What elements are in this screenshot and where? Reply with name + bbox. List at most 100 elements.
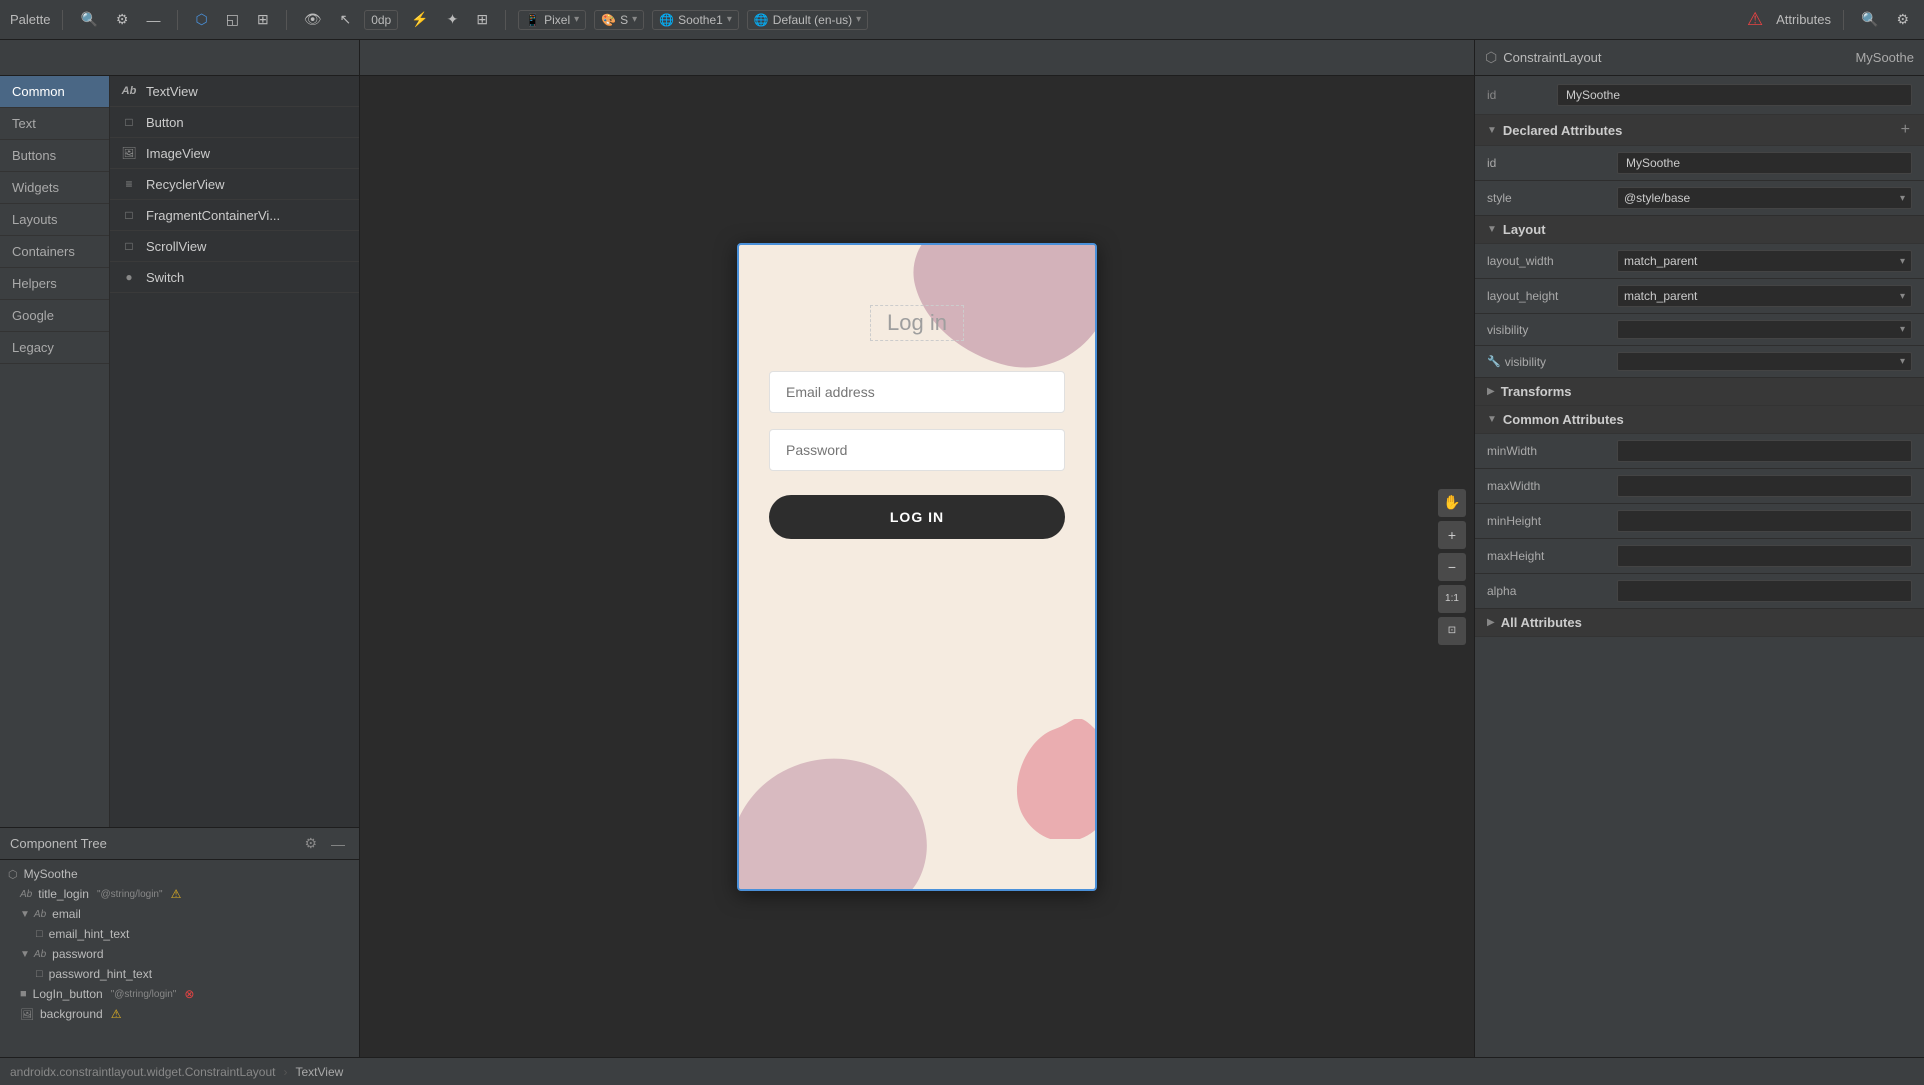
palette-item-fragmentcontainerview[interactable]: □ FragmentContainerVi...	[110, 200, 359, 231]
declared-style-dropdown[interactable]: @style/base ▾	[1617, 187, 1912, 209]
button-icon: □	[120, 113, 138, 131]
zoom-to-fit-btn[interactable]: ⊡	[1438, 617, 1466, 645]
device-dropdown[interactable]: 📱 Pixel ▾	[518, 10, 586, 30]
declared-attributes-header[interactable]: ▼ Declared Attributes +	[1475, 115, 1924, 146]
tree-password-icon: Ab	[34, 949, 46, 960]
palette-item-scrollview[interactable]: □ ScrollView	[110, 231, 359, 262]
attr-settings-btn[interactable]: ⚙	[1891, 8, 1914, 31]
category-text[interactable]: Text	[0, 108, 109, 140]
breadcrumb-separator: ›	[284, 1065, 288, 1079]
button-label: Button	[146, 115, 184, 130]
category-widgets[interactable]: Widgets	[0, 172, 109, 204]
search-btn[interactable]: 🔍	[75, 8, 102, 31]
align-btn[interactable]: ⊞	[471, 8, 493, 31]
declared-id-value-container	[1617, 152, 1912, 174]
style-dropdown-arrow: ▾	[1900, 193, 1905, 204]
category-containers[interactable]: Containers	[0, 236, 109, 268]
alpha-input[interactable]	[1617, 580, 1912, 602]
tree-minimize-btn[interactable]: —	[327, 834, 349, 854]
maxwidth-label: maxWidth	[1487, 479, 1607, 493]
visibility-dropdown-2[interactable]: ▾	[1617, 352, 1912, 371]
eye-btn[interactable]: 👁	[299, 8, 327, 31]
category-layouts[interactable]: Layouts	[0, 204, 109, 236]
declared-id-input[interactable]	[1617, 152, 1912, 174]
tree-background-label: background	[40, 1007, 103, 1021]
tree-settings-btn[interactable]: ⚙	[300, 833, 321, 854]
fragmentcontainerview-label: FragmentContainerVi...	[146, 208, 280, 223]
palette-categories: Common Text Buttons Widgets Layouts Cont…	[0, 76, 110, 827]
tree-item-email-hint[interactable]: □ email_hint_text	[0, 924, 359, 944]
attributes-panel: ⬡ ConstraintLayout MySoothe id ▼ Declare…	[1474, 40, 1924, 1057]
palette-item-switch[interactable]: ● Switch	[110, 262, 359, 293]
connect-btn[interactable]: ⚡	[406, 8, 433, 31]
locale2-dropdown[interactable]: 🌐 Default (en-us) ▾	[747, 10, 868, 30]
magic-btn[interactable]: ✦	[442, 8, 464, 31]
zoom-fit-btn[interactable]: 1:1	[1438, 585, 1466, 613]
declared-style-row: style @style/base ▾	[1475, 181, 1924, 216]
maxheight-input[interactable]	[1617, 545, 1912, 567]
split-mode-btn[interactable]: ⊞	[252, 8, 274, 31]
dp-dropdown[interactable]: 0dp	[364, 10, 398, 30]
toolbar-divider-5	[1843, 10, 1844, 30]
layout-width-dropdown[interactable]: match_parent ▾	[1617, 250, 1912, 272]
all-attributes-header[interactable]: ▶ All Attributes	[1475, 609, 1924, 637]
recyclerview-label: RecyclerView	[146, 177, 225, 192]
tree-item-mysoothe[interactable]: ⬡ MySoothe	[0, 864, 359, 884]
theme-dropdown[interactable]: 🎨 S ▾	[594, 10, 644, 30]
layout-section-header[interactable]: ▼ Layout	[1475, 216, 1924, 244]
breadcrumb-constraintlayout[interactable]: androidx.constraintlayout.widget.Constra…	[10, 1065, 276, 1079]
maxwidth-input[interactable]	[1617, 475, 1912, 497]
toolbar-divider-1	[62, 10, 63, 30]
zoom-out-btn[interactable]: −	[1438, 553, 1466, 581]
email-input[interactable]	[769, 371, 1065, 413]
category-legacy[interactable]: Legacy	[0, 332, 109, 364]
blueprint-btn[interactable]: ◱	[221, 8, 244, 31]
palette-item-recyclerview[interactable]: ≡ RecyclerView	[110, 169, 359, 200]
minheight-input[interactable]	[1617, 510, 1912, 532]
palette-item-imageview[interactable]: 🖼 ImageView	[110, 138, 359, 169]
error-indicator[interactable]: ⚠	[1742, 6, 1768, 33]
locale1-dropdown[interactable]: 🌐 Soothe1 ▾	[652, 10, 739, 30]
category-helpers[interactable]: Helpers	[0, 268, 109, 300]
tree-item-email[interactable]: ▼ Ab email	[0, 904, 359, 924]
tree-mysoothe-icon: ⬡	[8, 868, 18, 881]
category-common[interactable]: Common	[0, 76, 109, 108]
category-buttons[interactable]: Buttons	[0, 140, 109, 172]
component-tree-panel: Component Tree ⚙ — ⬡ MySoothe Ab title_l…	[0, 827, 359, 1057]
minwidth-input[interactable]	[1617, 440, 1912, 462]
layout-height-dropdown[interactable]: match_parent ▾	[1617, 285, 1912, 307]
declared-add-btn[interactable]: +	[1899, 121, 1912, 139]
tree-item-background[interactable]: 🖼 background ⚠	[0, 1004, 359, 1024]
left-panels: Common Text Buttons Widgets Layouts Cont…	[0, 40, 360, 1057]
zoom-in-btn[interactable]: +	[1438, 521, 1466, 549]
visibility-dropdown-1[interactable]: ▾	[1617, 320, 1912, 339]
transforms-section-header[interactable]: ▶ Transforms	[1475, 378, 1924, 406]
attr-search-btn[interactable]: 🔍	[1856, 8, 1883, 31]
switch-label: Switch	[146, 270, 184, 285]
tree-item-login-button[interactable]: ■ LogIn_button "@string/login" ⊗	[0, 984, 359, 1004]
id-input[interactable]	[1557, 84, 1912, 106]
switch-icon: ●	[120, 268, 138, 286]
palette-item-button[interactable]: □ Button	[110, 107, 359, 138]
tree-email-hint-icon: □	[36, 928, 43, 940]
settings-btn[interactable]: ⚙	[111, 8, 134, 31]
password-input[interactable]	[769, 429, 1065, 471]
wrench-icon: 🔧	[1487, 355, 1501, 368]
component-name-label: MySoothe	[1855, 50, 1914, 65]
palette-item-textview[interactable]: Ab TextView	[110, 76, 359, 107]
category-google[interactable]: Google	[0, 300, 109, 332]
login-button[interactable]: LOG IN	[769, 495, 1065, 539]
tree-item-password[interactable]: ▼ Ab password	[0, 944, 359, 964]
tree-item-title-login[interactable]: Ab title_login "@string/login" ⚠	[0, 884, 359, 904]
bottom-bar: androidx.constraintlayout.widget.Constra…	[0, 1057, 1924, 1085]
cursor-btn[interactable]: ↖	[334, 8, 356, 31]
attr-content: id ▼ Declared Attributes + id style @sty	[1475, 76, 1924, 1057]
hand-tool-btn[interactable]: ✋	[1438, 489, 1466, 517]
tree-item-password-hint[interactable]: □ password_hint_text	[0, 964, 359, 984]
minimize-btn[interactable]: —	[141, 9, 165, 31]
common-attributes-header[interactable]: ▼ Common Attributes	[1475, 406, 1924, 434]
dp-label: 0dp	[371, 13, 391, 27]
design-mode-btn[interactable]: ⬡	[190, 8, 212, 31]
minheight-row: minHeight	[1475, 504, 1924, 539]
layout-chevron: ▼	[1487, 224, 1497, 235]
